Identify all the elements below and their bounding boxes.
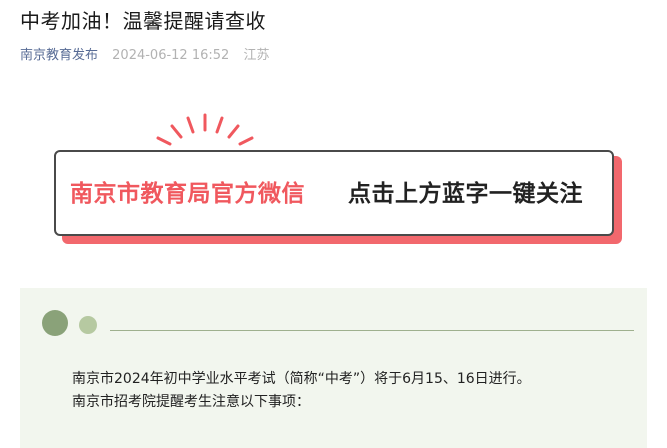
notice-paragraph: 南京市2024年初中学业水平考试（简称“中考”）将于6月15、16日进行。 南京… [72, 368, 632, 414]
decor-dot-large [42, 310, 68, 336]
banner-account-name: 南京市教育局官方微信 [70, 181, 305, 207]
notice-section: 南京市2024年初中学业水平考试（简称“中考”）将于6月15、16日进行。 南京… [20, 288, 647, 448]
notice-line-2: 南京市招考院提醒考生注意以下事项： [72, 394, 310, 410]
article-title: 中考加油！温馨提醒请查收 [20, 9, 266, 33]
publish-location: 江苏 [243, 48, 270, 63]
publish-time: 2024-06-12 16:52 [112, 48, 230, 63]
banner-follow-prompt: 点击上方蓝字一键关注 [348, 181, 583, 207]
follow-banner[interactable]: 南京市教育局官方微信 点击上方蓝字一键关注 [54, 150, 614, 236]
section-divider [110, 330, 634, 331]
article-meta: 南京教育发布 2024-06-12 16:52 江苏 [20, 46, 269, 66]
author-link[interactable]: 南京教育发布 [20, 48, 98, 63]
burst-lines-icon [156, 113, 254, 146]
decor-dot-small [79, 316, 97, 334]
notice-line-1: 南京市2024年初中学业水平考试（简称“中考”）将于6月15、16日进行。 [72, 371, 531, 387]
